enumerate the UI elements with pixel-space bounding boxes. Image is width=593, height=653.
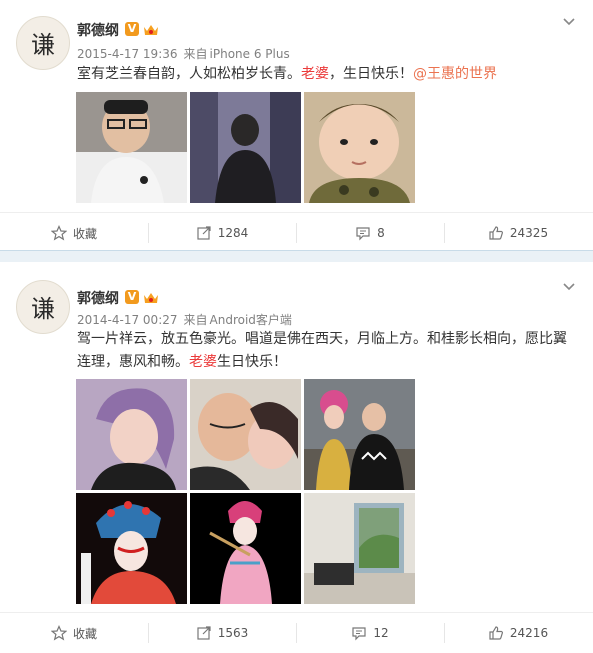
weibo-post-2: 谦 郭德纲 V 2014-4-17 00:27 来自 Android客户端 驾一片祥… <box>0 262 593 647</box>
post-photo-2[interactable] <box>190 92 301 203</box>
author-name[interactable]: 郭德纲 <box>77 288 119 308</box>
author-name[interactable]: 郭德纲 <box>77 20 119 40</box>
post-actions-bar: 收藏 1284 8 24325 <box>0 212 593 253</box>
post-photo-2[interactable] <box>190 379 301 490</box>
post-meta: 2015-4-17 19:36 来自 iPhone 6 Plus <box>77 45 296 62</box>
repost-count: 1563 <box>217 626 249 640</box>
comment-count: 8 <box>377 226 385 240</box>
svg-text:谦: 谦 <box>31 31 55 59</box>
post-photo-5[interactable] <box>190 493 301 604</box>
star-icon <box>50 625 67 641</box>
thumbs-up-icon <box>489 226 503 240</box>
chevron-down-icon[interactable] <box>561 279 577 295</box>
comment-button[interactable]: 8 <box>296 213 444 253</box>
post-source[interactable]: iPhone 6 Plus <box>210 47 290 61</box>
repost-icon <box>197 226 211 240</box>
comment-count: 12 <box>373 626 389 640</box>
comment-button[interactable]: 12 <box>296 613 444 653</box>
like-count: 24216 <box>509 626 549 640</box>
mention-link[interactable]: @王惠的世界 <box>413 66 497 82</box>
post-time[interactable]: 2015-4-17 19:36 <box>77 47 178 61</box>
like-count: 24325 <box>509 226 549 240</box>
post-text-highlight: 老婆 <box>301 66 329 82</box>
verified-badge-icon: V <box>125 22 139 36</box>
favorite-label: 收藏 <box>72 626 97 641</box>
post-photo-1[interactable] <box>76 92 187 203</box>
source-prefix: 来自 <box>183 47 208 61</box>
post-meta: 2014-4-17 00:27 来自 Android客户端 <box>77 311 298 328</box>
author-avatar[interactable]: 谦 <box>16 16 70 70</box>
post-photo-1[interactable] <box>76 379 187 490</box>
star-icon <box>50 225 67 241</box>
like-button[interactable]: 24216 <box>444 613 592 653</box>
vip-crown-icon <box>143 22 159 36</box>
repost-button[interactable]: 1563 <box>148 613 296 653</box>
post-text-tail: 生日快乐！ <box>217 354 287 370</box>
post-text: 驾一片祥云，放五色豪光。唱道是佛在西天，月临上方。和桂影长相向，愿比翼 连理，惠… <box>77 328 577 374</box>
verified-badge-icon: V <box>125 290 139 304</box>
comment-icon <box>352 627 366 641</box>
post-text-line-2: 连理，惠风和畅。老婆生日快乐！ <box>77 351 577 374</box>
post-photo-3[interactable] <box>304 379 415 490</box>
post-photo-4[interactable] <box>76 493 187 604</box>
post-photo-6[interactable] <box>304 493 415 604</box>
post-time[interactable]: 2014-4-17 00:27 <box>77 313 178 327</box>
post-text-main: 室有芝兰春自韵，人如松柏岁长青。 <box>77 66 301 82</box>
post-text-line-1: 驾一片祥云，放五色豪光。唱道是佛在西天，月临上方。和桂影长相向，愿比翼 <box>77 331 567 347</box>
weibo-post-1: 谦 郭德纲 V 2015-4-17 19:36 来自 iPhone 6 Plus 室… <box>0 0 593 250</box>
author-avatar[interactable]: 谦 <box>16 280 70 334</box>
favorite-label: 收藏 <box>72 226 97 241</box>
repost-icon <box>197 626 211 640</box>
repost-button[interactable]: 1284 <box>148 213 296 253</box>
repost-count: 1284 <box>217 226 249 240</box>
like-button[interactable]: 24325 <box>444 213 592 253</box>
chevron-down-icon[interactable] <box>561 14 577 30</box>
post-source[interactable]: Android客户端 <box>210 313 292 327</box>
post-text-main: 连理，惠风和畅。 <box>77 354 189 370</box>
source-prefix: 来自 <box>183 313 208 327</box>
vip-crown-icon <box>143 290 159 304</box>
svg-text:谦: 谦 <box>31 295 55 323</box>
post-text-tail: ，生日快乐！ <box>329 66 413 82</box>
post-text-highlight: 老婆 <box>189 354 217 370</box>
comment-icon <box>356 227 370 241</box>
favorite-button[interactable]: 收藏 <box>0 613 148 653</box>
thumbs-up-icon <box>489 626 503 640</box>
post-photo-3[interactable] <box>304 92 415 203</box>
post-text: 室有芝兰春自韵，人如松柏岁长青。老婆，生日快乐！@王惠的世界 <box>77 63 577 86</box>
favorite-button[interactable]: 收藏 <box>0 213 148 253</box>
